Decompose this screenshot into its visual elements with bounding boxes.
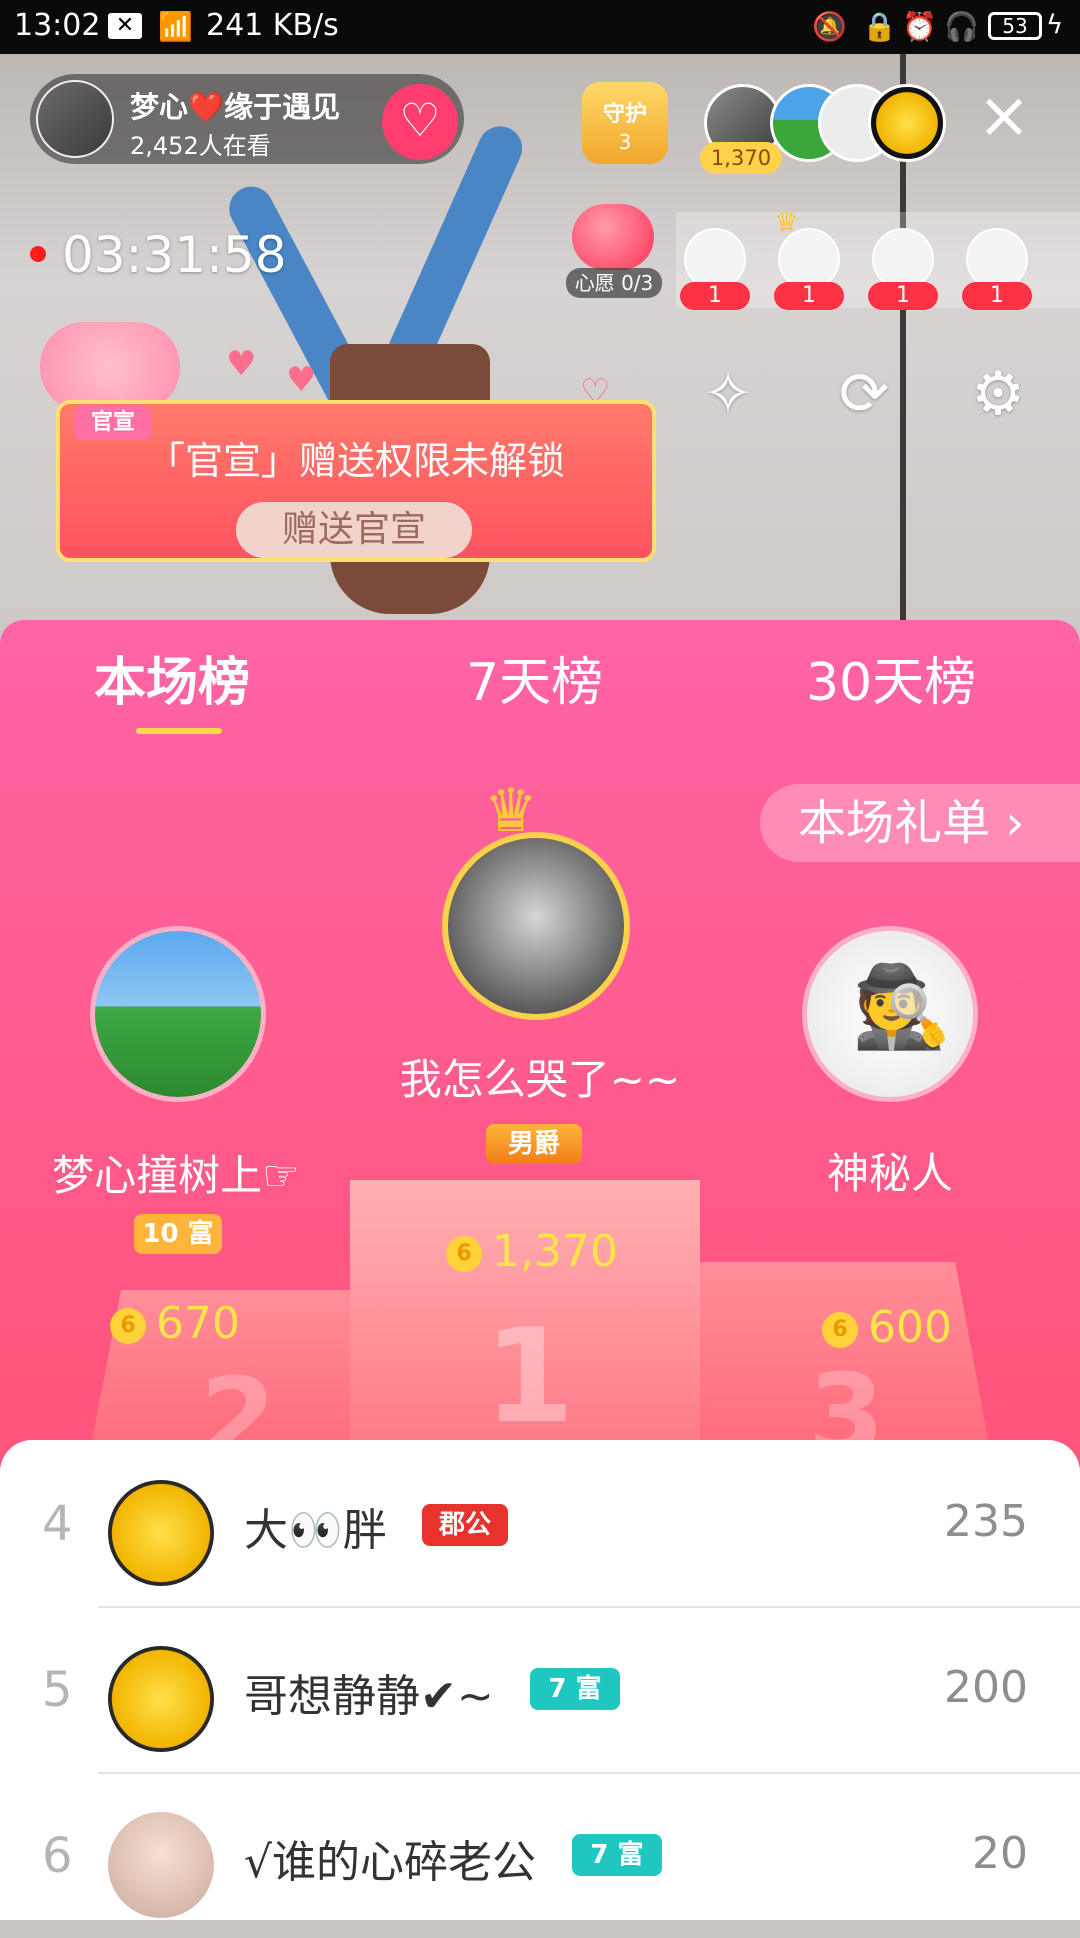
list-badge: 郡公 [422,1504,508,1546]
guard-label: 守护 [602,102,647,127]
guard-count: 3 [618,130,632,154]
fan-badge: 1 [868,282,938,310]
first-place-avatar[interactable] [442,832,630,1020]
coin-icon: 6 [822,1312,858,1348]
list-rank: 4 [42,1496,73,1552]
send-guanxuan-button[interactable]: 赠送官宣 [236,502,472,558]
status-time: 13:02 [14,8,101,43]
battery-icon: 53 [988,12,1042,40]
list-item[interactable]: 5 哥想静静✔~ 7 富 200 [0,1606,1080,1772]
wifi-icon: 📶 [158,10,193,43]
list-item[interactable]: 4 大👀胖 郡公 235 [0,1440,1080,1606]
lock-icon: 🔒 [862,10,897,43]
coin-icon: 6 [110,1308,146,1344]
fan-avatar[interactable] [872,228,934,290]
list-score: 200 [944,1662,1028,1713]
list-avatar[interactable] [108,1480,214,1586]
fan-avatar[interactable] [966,228,1028,290]
list-avatar[interactable] [108,1812,214,1918]
fan-avatar[interactable] [684,228,746,290]
heart-decor-icon: ♥ [226,344,257,384]
viewer-count: 2,452人在看 [130,132,271,160]
list-item[interactable]: 6 √谁的心碎老公 7 富 20 [0,1772,1080,1938]
live-timer: 03:31:58 [62,226,287,284]
status-bar: 13:02 ✕ 📶 241 KB/s 🔕 🔒 ⏰ 🎧 53 ϟ [0,0,1080,54]
coin-icon: 6 [446,1236,482,1272]
list-avatar[interactable] [108,1646,214,1752]
podium-label-1: 1 [484,1300,575,1452]
beauty-wand-icon[interactable]: ✧ [690,356,766,432]
third-place-amount: 600 [868,1302,952,1353]
fan-avatar[interactable] [778,228,840,290]
top-viewer-score: 1,370 [700,142,782,174]
network-speed: 241 KB/s [206,8,339,43]
list-name: 大👀胖 [244,1505,387,1556]
list-score: 20 [972,1828,1028,1879]
tab-30-days[interactable]: 30天榜 [806,640,976,715]
third-place-name: 神秘人 [826,1149,953,1198]
tab-7-days[interactable]: 7天榜 [466,640,603,715]
guanxuan-title: 「官宣」赠送权限未解锁 [146,439,565,483]
first-place-amount: 1,370 [492,1226,618,1277]
second-place-name: 梦心撞树上☞ [52,1151,300,1200]
alarm-icon: ⏰ [902,10,937,43]
fan-badge: 1 [962,282,1032,310]
mute-icon: 🔕 [812,10,847,43]
wish-heart-icon[interactable] [572,204,654,270]
host-name: 梦心❤️缘于遇见 [130,90,341,124]
second-place-level: 10 富 [134,1214,222,1254]
second-place-amount: 670 [156,1298,240,1349]
ranking-list: 4 大👀胖 郡公 235 5 哥想静静✔~ 7 富 200 6 √谁的心碎老公 … [0,1440,1080,1920]
couple-sticker [40,322,180,412]
no-sim-icon: ✕ [108,13,142,39]
tab-this-show[interactable]: 本场榜 [94,640,250,715]
top-viewer-avatar[interactable] [868,84,946,162]
host-avatar[interactable] [36,80,114,158]
headphone-icon: 🎧 [944,10,979,43]
list-name: √谁的心碎老公 [244,1837,537,1888]
guard-badge[interactable]: 守护 3 [582,82,668,164]
wish-progress: 心愿 0/3 [566,268,662,298]
follow-button[interactable]: ♡ [382,84,458,160]
first-place-amount-wrap: 6 1,370 [446,1226,618,1277]
heart-decor-icon: ♥ [286,360,317,400]
third-place-amount-wrap: 6 600 [822,1302,952,1353]
first-place-level: 男爵 [486,1124,582,1164]
first-place-name: 我怎么哭了~~ [399,1055,681,1104]
camera-switch-icon[interactable]: ⟳ [826,356,902,432]
list-rank: 5 [42,1662,73,1718]
list-badge: 7 富 [530,1668,620,1710]
gift-list-button[interactable]: 本场礼单 › [760,784,1080,862]
close-icon[interactable]: × [976,84,1032,148]
second-place-amount-wrap: 6 670 [110,1298,240,1349]
list-name: 哥想静静✔~ [244,1671,494,1722]
incognito-icon: 🕵 [852,960,952,1053]
fan-badge: 1 [680,282,750,310]
list-badge: 7 富 [572,1834,662,1876]
list-rank: 6 [42,1828,73,1884]
gear-icon[interactable]: ⚙ [960,356,1036,432]
fan-badge: 1 [774,282,844,310]
second-place-avatar[interactable] [90,926,266,1102]
charging-icon: ϟ [1046,10,1064,40]
tab-indicator [136,728,222,734]
list-score: 235 [944,1496,1028,1547]
recording-dot-icon [30,246,46,262]
